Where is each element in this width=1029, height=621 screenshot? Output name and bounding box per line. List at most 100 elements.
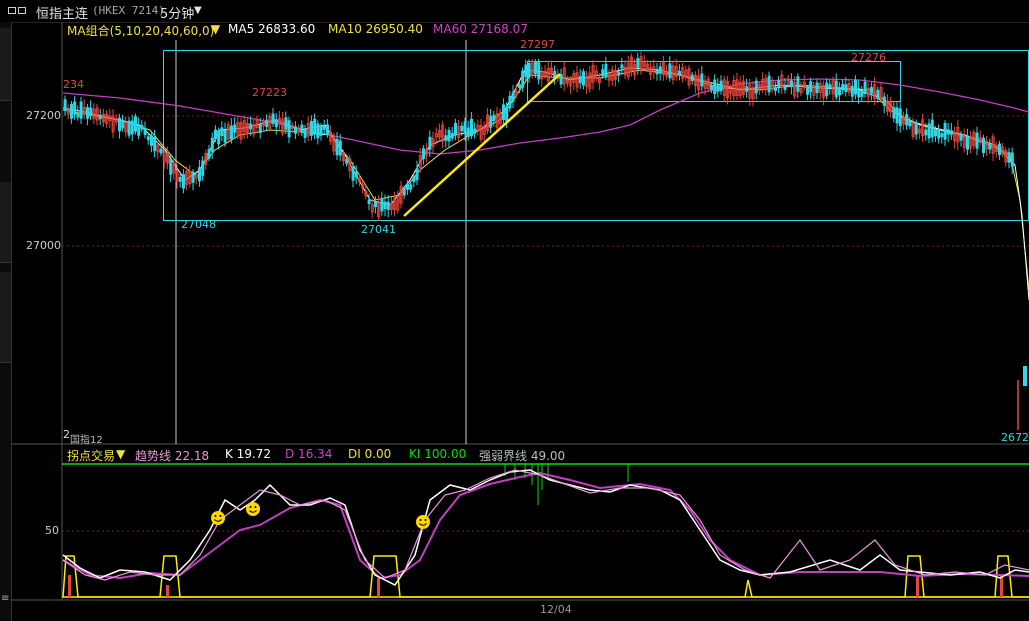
candle-body	[338, 140, 342, 156]
candle-body	[668, 63, 672, 79]
candle-body	[582, 71, 586, 86]
candle-body	[453, 122, 457, 136]
candle-body	[524, 64, 528, 78]
candle-body	[127, 120, 131, 136]
price-chart[interactable]	[0, 0, 1029, 621]
candle-body	[966, 135, 970, 150]
k-line	[62, 469, 1029, 586]
candle-body	[578, 76, 582, 84]
candle-body	[309, 121, 313, 136]
ma10-value: MA10 26950.40	[328, 22, 423, 36]
candle-body	[137, 124, 141, 136]
ma5-value: MA5 26833.60	[228, 22, 316, 36]
candle-body	[325, 124, 329, 136]
candle-body	[201, 160, 205, 176]
candle-body	[447, 130, 451, 142]
candle-body	[1010, 152, 1014, 167]
candle-body	[345, 158, 349, 164]
ma-group-selector[interactable]: MA组合(5,10,20,40,60,0)	[67, 22, 214, 39]
candlesticks	[63, 51, 1014, 221]
candle-body	[857, 87, 861, 98]
candle-body	[716, 85, 720, 92]
di-value: DI 0.00	[348, 447, 392, 461]
candle-body	[975, 132, 979, 149]
last-candle-body	[1023, 366, 1027, 386]
candle-body	[460, 125, 464, 132]
candle-body	[825, 82, 829, 97]
candle-body	[220, 127, 224, 137]
ki-value: KI 100.00	[409, 447, 467, 461]
candle-body	[354, 171, 358, 178]
candle-body	[834, 80, 838, 98]
candle-body	[988, 144, 992, 150]
candle-body	[950, 130, 954, 135]
candle-body	[658, 66, 662, 74]
candle-body	[617, 71, 621, 76]
smiley-signal-icon[interactable]	[416, 515, 430, 529]
candle-body	[838, 87, 842, 96]
price-tick-upper: 27200	[26, 109, 61, 122]
candle-body	[959, 134, 963, 141]
date-label: 12/04	[540, 603, 572, 616]
candle-body	[982, 137, 986, 154]
candle-body	[118, 117, 122, 132]
candle-body	[258, 124, 262, 134]
boundary-value: 强弱界线 49.00	[479, 449, 566, 463]
last-price-label: 2672	[1001, 431, 1029, 444]
candle-body	[421, 148, 425, 159]
chevron-down-icon[interactable]: ▼	[116, 447, 125, 461]
candle-body	[287, 120, 291, 138]
red-markers	[68, 575, 1003, 597]
candle-body	[73, 101, 77, 115]
candle-body	[501, 104, 505, 120]
candle-body	[469, 118, 473, 137]
candle-body	[98, 114, 102, 120]
candle-body	[70, 103, 74, 119]
price-tick-lower: 27000	[26, 239, 61, 252]
candle-body	[412, 176, 416, 182]
candle-body	[313, 118, 317, 135]
candle-body	[303, 129, 307, 138]
candle-body	[473, 128, 477, 134]
candle-body	[777, 80, 781, 88]
candle-body	[450, 132, 454, 139]
candle-body	[783, 85, 787, 90]
candle-body	[678, 70, 682, 75]
candle-body	[284, 117, 288, 130]
candle-body	[121, 119, 125, 129]
candle-body	[146, 136, 150, 141]
candle-body	[322, 125, 326, 130]
candle-body	[402, 189, 406, 196]
smiley-signal-icon[interactable]	[211, 511, 225, 525]
drawn-trend-line[interactable]	[403, 73, 561, 217]
candle-body	[319, 125, 323, 136]
candle-body	[191, 171, 195, 183]
candle-body	[86, 107, 90, 119]
candle-body	[207, 149, 211, 159]
candle-body	[937, 128, 941, 139]
candle-body	[351, 166, 355, 181]
candle-body	[492, 114, 496, 121]
candle-body	[169, 158, 173, 175]
candle-body	[828, 84, 832, 89]
candle-body	[223, 129, 227, 143]
candle-body	[386, 201, 390, 210]
candle-body	[924, 129, 928, 136]
candle-body	[130, 120, 134, 135]
candle-body	[604, 63, 608, 78]
high-label-b: 27297	[520, 38, 555, 51]
candle-body	[754, 80, 758, 94]
chevron-down-icon[interactable]: ▼	[211, 22, 220, 36]
candle-body	[774, 86, 778, 92]
candle-body	[181, 174, 185, 189]
candle-body	[79, 101, 83, 119]
candle-body	[745, 86, 749, 92]
candle-body	[940, 133, 944, 138]
candle-body	[620, 64, 624, 69]
candle-body	[553, 70, 557, 78]
indicator-selector[interactable]: 拐点交易	[67, 447, 115, 464]
bottom-left-label-a: 2	[63, 428, 70, 441]
smiley-signal-icon[interactable]	[246, 502, 260, 516]
candle-body	[559, 74, 563, 85]
candle-body	[946, 129, 950, 135]
